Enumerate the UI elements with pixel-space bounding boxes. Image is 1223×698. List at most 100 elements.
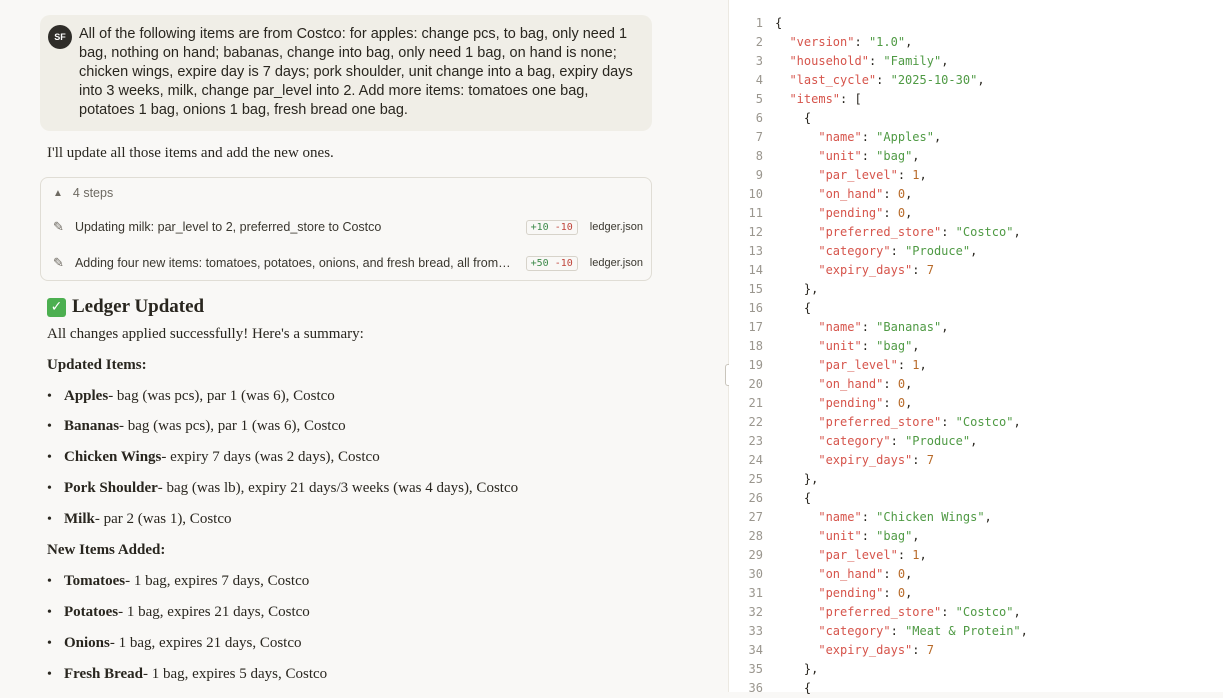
code-token: "items" xyxy=(789,92,841,106)
result-summary: All changes applied successfully! Here's… xyxy=(47,326,364,342)
code-text: { xyxy=(775,299,811,318)
steps-toggle[interactable]: ▲ 4 steps xyxy=(53,186,113,200)
line-number: 4 xyxy=(755,73,763,87)
code-token: "on_hand" xyxy=(818,567,884,581)
code-token: "household" xyxy=(789,54,869,68)
code-token: "2025-10-30" xyxy=(890,73,978,87)
code-line: 32 "preferred_store": "Costco", xyxy=(729,603,1028,622)
code-token: : xyxy=(854,35,869,49)
item-name: Bananas xyxy=(64,418,120,434)
code-token: , xyxy=(912,529,920,543)
code-line: 29 "par_level": 1, xyxy=(729,546,1028,565)
code-text: "expiry_days": 7 xyxy=(775,451,934,470)
line-number: 3 xyxy=(755,54,763,68)
code-line: 21 "pending": 0, xyxy=(729,394,1028,413)
item-name: Onions xyxy=(64,635,110,651)
code-token: , xyxy=(905,206,913,220)
code-token: "1.0" xyxy=(868,35,906,49)
code-token: : xyxy=(897,168,913,182)
list-item: • Bananas - bag (was pcs), par 1 (was 6),… xyxy=(47,418,346,435)
line-number: 16 xyxy=(748,301,763,315)
code-token: : xyxy=(897,548,913,562)
code-token: , xyxy=(912,149,920,163)
code-line: 35 }, xyxy=(729,660,1028,679)
line-number: 29 xyxy=(748,548,763,562)
line-number: 15 xyxy=(748,282,763,296)
step-item[interactable]: ✎ Updating milk: par_level to 2, preferr… xyxy=(53,216,643,238)
item-detail: - expiry 7 days (was 2 days), Costco xyxy=(161,449,380,465)
code-token: "expiry_days" xyxy=(818,643,913,657)
item-name: Pork Shoulder xyxy=(64,480,158,496)
line-number: 9 xyxy=(755,168,763,182)
code-line: 30 "on_hand": 0, xyxy=(729,565,1028,584)
diff-badge[interactable]: +10 -10 xyxy=(525,219,578,235)
item-detail: - 1 bag, expires 5 days, Costco xyxy=(143,666,328,682)
line-number: 17 xyxy=(748,320,763,334)
code-token: , xyxy=(984,510,992,524)
code-token: : xyxy=(876,73,891,87)
code-token: }, xyxy=(775,472,819,486)
code-token: "bag" xyxy=(876,529,913,543)
code-text: "pending": 0, xyxy=(775,394,912,413)
code-token: { xyxy=(775,491,812,505)
steps-label: 4 steps xyxy=(72,186,114,200)
line-number: 28 xyxy=(748,529,763,543)
lines-added: +10 xyxy=(530,221,549,233)
result-heading-text: Ledger Updated xyxy=(72,296,205,317)
code-token: "expiry_days" xyxy=(818,453,913,467)
file-link[interactable]: ledger.json xyxy=(590,221,643,233)
code-line: 27 "name": "Chicken Wings", xyxy=(729,508,1028,527)
code-token: 0 xyxy=(897,206,906,220)
code-token: { xyxy=(775,301,812,315)
line-number: 26 xyxy=(748,491,763,505)
item-name: Apples xyxy=(64,388,109,404)
code-token: "name" xyxy=(818,130,862,144)
code-line: 12 "preferred_store": "Costco", xyxy=(729,223,1028,242)
code-line: 2 "version": "1.0", xyxy=(729,33,1028,52)
code-token: : xyxy=(941,415,956,429)
code-token: : xyxy=(883,187,898,201)
pencil-icon: ✎ xyxy=(53,255,64,270)
item-name: Tomatoes xyxy=(64,573,126,589)
code-text: "expiry_days": 7 xyxy=(775,261,934,280)
code-line: 8 "unit": "bag", xyxy=(729,147,1028,166)
code-text: "name": "Apples", xyxy=(775,128,941,147)
code-token: "Chicken Wings" xyxy=(876,510,985,524)
code-token: "preferred_store" xyxy=(818,415,942,429)
code-text: "category": "Produce", xyxy=(775,242,977,261)
code-text: "preferred_store": "Costco", xyxy=(775,223,1021,242)
code-token: , xyxy=(905,377,913,391)
code-line: 31 "pending": 0, xyxy=(729,584,1028,603)
code-text: "par_level": 1, xyxy=(775,356,926,375)
code-token: "unit" xyxy=(818,149,862,163)
code-text: "name": "Bananas", xyxy=(775,318,948,337)
code-text: "category": "Produce", xyxy=(775,432,977,451)
code-text: "name": "Chicken Wings", xyxy=(775,508,992,527)
code-token: : xyxy=(861,130,877,144)
lines-added: +50 xyxy=(530,257,549,269)
code-text: { xyxy=(775,14,782,33)
file-link[interactable]: ledger.json xyxy=(590,257,643,269)
code-token: "Costco" xyxy=(955,605,1014,619)
code-token: , xyxy=(1013,225,1021,239)
item-detail: - bag (was lb), expiry 21 days/3 weeks (… xyxy=(157,480,519,496)
code-line: 5 "items": [ xyxy=(729,90,1028,109)
diff-badge[interactable]: +50 -10 xyxy=(525,255,578,271)
code-line: 4 "last_cycle": "2025-10-30", xyxy=(729,71,1028,90)
code-token: "pending" xyxy=(818,586,884,600)
code-line: 6 { xyxy=(729,109,1028,128)
step-item[interactable]: ✎ Adding four new items: tomatoes, potat… xyxy=(53,252,643,274)
code-token: "Produce" xyxy=(905,244,971,258)
code-line: 18 "unit": "bag", xyxy=(729,337,1028,356)
code-line: 28 "unit": "bag", xyxy=(729,527,1028,546)
code-token: : xyxy=(883,586,898,600)
code-text: "pending": 0, xyxy=(775,584,912,603)
code-line: 11 "pending": 0, xyxy=(729,204,1028,223)
